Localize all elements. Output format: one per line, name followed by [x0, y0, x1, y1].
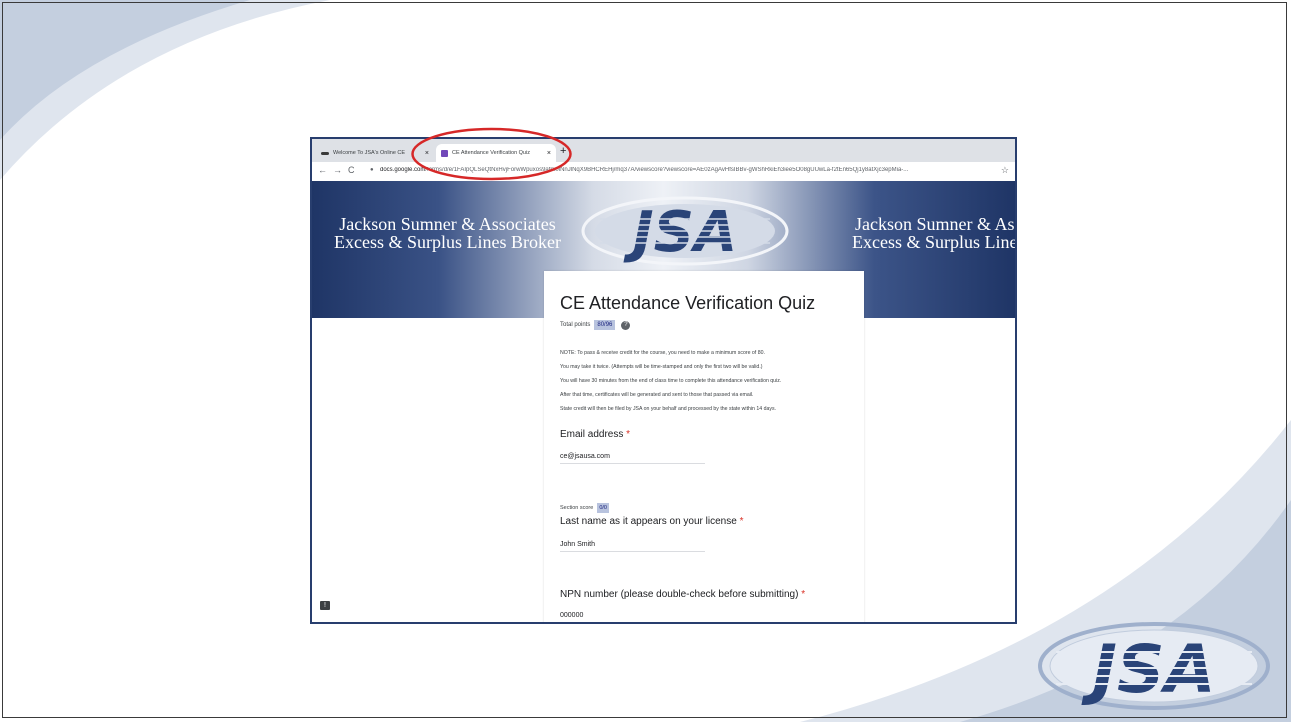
- corner-logo-text: JSA: [1081, 631, 1215, 708]
- form-title: CE Attendance Verification Quiz: [560, 293, 816, 313]
- help-icon[interactable]: ?: [621, 320, 631, 330]
- banner-company-name: Jackson Sumner & Ass: [855, 214, 1015, 234]
- lastname-question-label: Last name as it appears on your license …: [560, 516, 743, 527]
- banner-text-left: Jackson Sumner & Associates Excess & Sur…: [334, 215, 561, 251]
- page-viewport: Jackson Sumner & Associates Excess & Sur…: [312, 181, 1015, 622]
- banner-text-right: Jackson Sumner & Ass Excess & Surplus Li…: [852, 215, 1015, 251]
- email-question-label: Email address *: [560, 429, 630, 440]
- required-mark: *: [739, 516, 744, 527]
- npn-label-text: NPN number (please double-check before s…: [560, 589, 799, 600]
- note-line: State credit will then be filed by JSA o…: [560, 406, 776, 412]
- lastname-label-text: Last name as it appears on your license: [560, 516, 737, 527]
- browser-window: Welcome To JSA's Online CE × CE Attendan…: [310, 137, 1017, 624]
- arrow-left-icon[interactable]: ←: [318, 165, 333, 175]
- npn-answer: 000000: [560, 612, 705, 622]
- section-score-row: Section score 0/0: [560, 503, 609, 513]
- note-line: After that time, certificates will be ge…: [560, 392, 754, 398]
- annotation-circle: [411, 127, 572, 181]
- report-icon[interactable]: !: [320, 601, 330, 610]
- email-answer: ce@jsausa.com: [560, 453, 705, 464]
- lock-icon[interactable]: ●: [370, 167, 374, 173]
- navigation-icons: ←→C: [318, 165, 361, 175]
- jsa-logo-icon: JSA: [581, 196, 789, 266]
- total-points-row: Total points 80/96 ?: [560, 320, 631, 330]
- banner-company-name: Jackson Sumner & Associates: [339, 214, 556, 234]
- section-score-label: Section score: [560, 505, 594, 511]
- note-line: You will have 30 minutes from the end of…: [560, 378, 782, 384]
- arrow-right-icon[interactable]: →: [333, 165, 348, 175]
- reload-icon[interactable]: C: [348, 165, 361, 175]
- banner-tagline: Excess & Surplus Lines Broker: [334, 232, 561, 252]
- total-points-badge: 80/96: [594, 320, 616, 330]
- npn-question-label: NPN number (please double-check before s…: [560, 589, 805, 600]
- star-icon[interactable]: ☆: [1001, 165, 1009, 176]
- tab-favicon-icon: [321, 151, 329, 155]
- logo-text: JSA: [623, 200, 738, 265]
- total-points-label: Total points: [560, 322, 591, 328]
- required-mark: *: [626, 429, 631, 440]
- banner-tagline: Excess & Surplus Lines: [852, 232, 1015, 252]
- note-line: You may take it twice. (Attempts will be…: [560, 364, 763, 370]
- form-card: CE Attendance Verification Quiz Total po…: [544, 271, 864, 622]
- required-mark: *: [801, 589, 806, 600]
- jsa-corner-logo-icon: JSA: [1038, 622, 1270, 710]
- email-label-text: Email address: [560, 429, 624, 440]
- note-line: NOTE: To pass & receive credit for the c…: [560, 350, 765, 356]
- section-score-badge: 0/0: [597, 503, 609, 513]
- form-description: NOTE: To pass & receive credit for the c…: [560, 349, 860, 419]
- lastname-answer: John Smith: [560, 541, 705, 552]
